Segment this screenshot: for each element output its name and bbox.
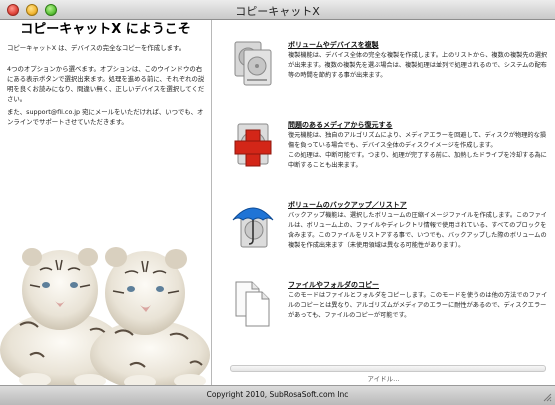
welcome-pane: コピーキャットX にようこそ コピーキャットX は、デバイスの完全なコピーを作成…: [0, 20, 211, 385]
option-recover-media-description: 復元機能は、独自のアルゴリズムにより、メディアエラーを回避して、ディスクが物理的…: [288, 132, 547, 169]
option-copy-files-title[interactable]: ファイルやフォルダのコピー: [288, 280, 379, 290]
title-bar[interactable]: コピーキャットX: [0, 0, 555, 20]
option-clone-device[interactable]: ボリュームやデバイスを複製 複製機能は、デバイス全体の完全な複製を作成します。上…: [212, 40, 555, 120]
documents-copy-icon[interactable]: [232, 280, 274, 328]
option-copy-files-description: このモードはファイルとフォルダをコピーします。このモードを使うのは他の方法でのフ…: [288, 292, 548, 319]
umbrella-backup-icon[interactable]: [232, 200, 274, 248]
option-backup-restore-description: バックアップ機能は、選択したボリュームの圧縮イメージファイルを作成します。このフ…: [288, 212, 547, 249]
progress-bar: [230, 365, 546, 372]
resize-grip-icon[interactable]: [542, 392, 552, 402]
tiger-cubs-image: [0, 247, 210, 385]
option-clone-device-description: 複製機能は、デバイス全体の完全な複製を作成します。上のリストから、複数の複製先の…: [288, 52, 548, 79]
intro-text: コピーキャットX は、デバイスの完全なコピーを作成します。: [7, 44, 186, 52]
option-copy-files[interactable]: ファイルやフォルダのコピー このモードはファイルとフォルダをコピーします。このモ…: [212, 280, 555, 360]
footer-bar: Copyright 2010, SubRosaSoft.com Inc: [0, 385, 555, 405]
options-explanation-text: 4つのオプションから選べます。オプションは、このウインドウの右にある表示ボタンで…: [7, 65, 205, 103]
window-title: コピーキャットX: [235, 5, 320, 18]
option-clone-device-title[interactable]: ボリュームやデバイスを複製: [288, 40, 379, 50]
option-backup-restore[interactable]: ボリュームのバックアップ／リストア バックアップ機能は、選択したボリュームの圧縮…: [212, 200, 555, 280]
option-recover-media-title[interactable]: 問題のあるメディアから復元する: [288, 120, 393, 130]
app-window: コピーキャットX コピーキャットX にようこそ コピーキャットX は、デバイスの…: [0, 0, 555, 405]
status-text: アイドル…: [367, 375, 400, 383]
hard-disk-copy-icon[interactable]: [232, 40, 274, 88]
welcome-heading: コピーキャットX にようこそ: [20, 22, 191, 37]
option-recover-media[interactable]: 問題のあるメディアから復元する 復元機能は、独自のアルゴリズムにより、メディアエ…: [212, 120, 555, 200]
options-pane: ボリュームやデバイスを複製 複製機能は、デバイス全体の完全な複製を作成します。上…: [212, 20, 555, 385]
recovery-cross-icon[interactable]: [232, 120, 274, 168]
support-text: また、support@fli.co.jp 宛にメールをいただければ、いつでも、オ…: [7, 108, 204, 126]
copyright-text: Copyright 2010, SubRosaSoft.com Inc: [206, 390, 349, 399]
option-backup-restore-title[interactable]: ボリュームのバックアップ／リストア: [288, 200, 407, 210]
